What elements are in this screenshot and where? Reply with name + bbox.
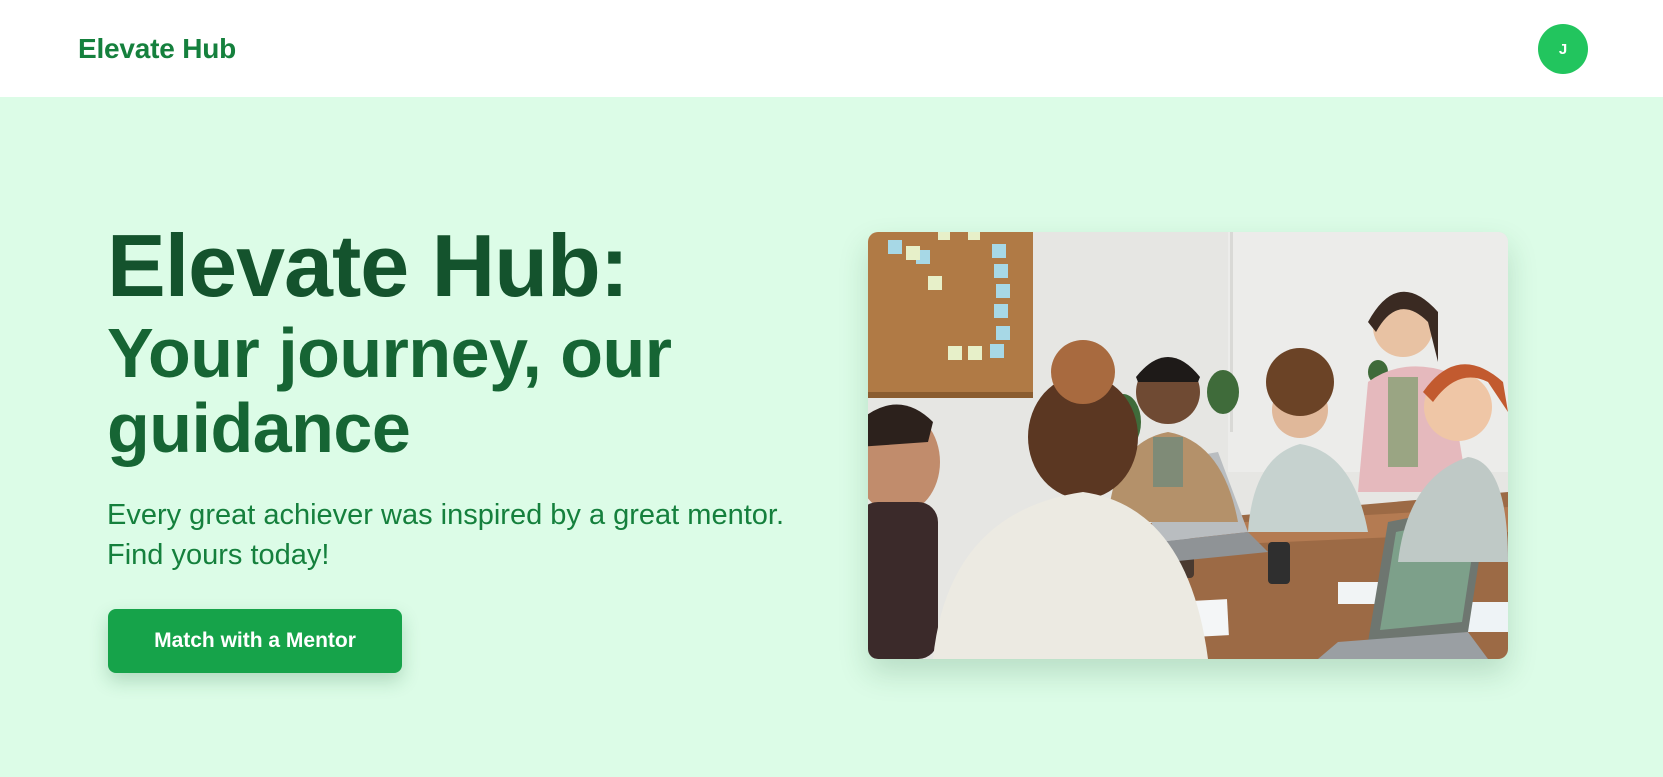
brand-logo-link[interactable]: Elevate Hub	[78, 33, 236, 65]
team-meeting-photo	[868, 232, 1508, 659]
user-avatar-button[interactable]: J	[1538, 24, 1588, 74]
hero-title: Elevate Hub:	[107, 216, 629, 315]
team-meeting-illustration	[868, 232, 1508, 659]
hero-subtitle: Every great achiever was inspired by a g…	[107, 499, 784, 571]
top-navbar: Elevate Hub J	[0, 0, 1663, 97]
hero-text-block: Elevate Hub: Your journey, our guidance …	[107, 222, 827, 575]
hero-tagline: Your journey, our guidance	[107, 314, 672, 467]
match-with-mentor-button[interactable]: Match with a Mentor	[108, 609, 402, 673]
